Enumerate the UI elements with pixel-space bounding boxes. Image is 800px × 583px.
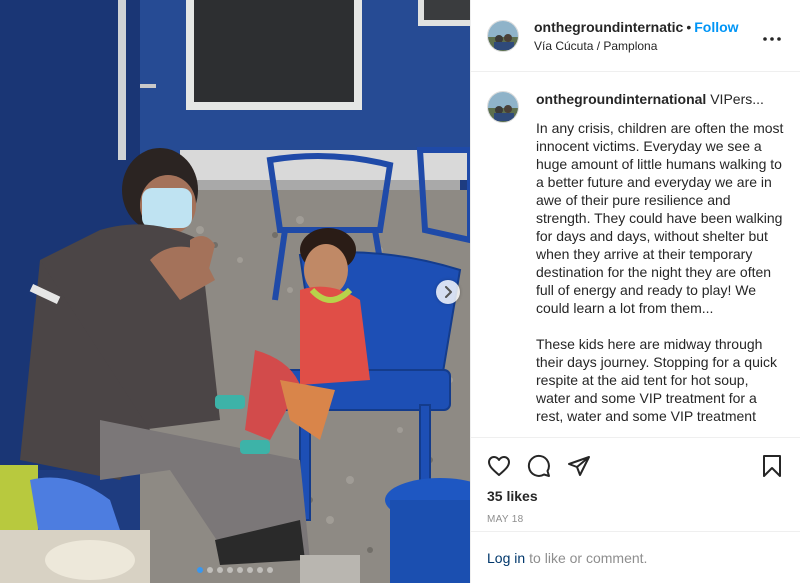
post-media[interactable] [0, 0, 470, 583]
location-link[interactable]: Vía Cúcuta / Pamplona [534, 39, 760, 53]
post-side-panel: onthegroundinternatic • Follow Vía Cúcut… [470, 0, 800, 583]
bookmark-icon[interactable] [760, 454, 784, 478]
post-header: onthegroundinternatic • Follow Vía Cúcut… [471, 0, 800, 72]
avatar[interactable] [487, 19, 519, 52]
caption-title: VIPers... [710, 91, 764, 107]
login-link[interactable]: Log in [487, 550, 525, 566]
header-text: onthegroundinternatic • Follow Vía Cúcut… [534, 19, 760, 53]
carousel-dot [197, 567, 203, 573]
instagram-post: onthegroundinternatic • Follow Vía Cúcut… [0, 0, 800, 583]
post-photo [0, 0, 470, 583]
carousel-dot [257, 567, 263, 573]
more-horizontal-icon [763, 37, 781, 41]
header-username[interactable]: onthegroundinternatic [534, 19, 683, 35]
caption-header: onthegroundinternational VIPers... [536, 91, 784, 107]
carousel-dot [217, 567, 223, 573]
carousel-indicator [0, 567, 470, 573]
carousel-dot [267, 567, 273, 573]
caption-avatar[interactable] [487, 91, 519, 123]
avatar-image [488, 92, 518, 122]
caption-paragraph: In any crisis, children are often the mo… [536, 120, 784, 316]
header-separator: • [686, 18, 692, 35]
chevron-right-icon [445, 286, 452, 298]
share-icon[interactable] [567, 454, 591, 478]
avatar-image [488, 20, 518, 51]
heart-icon[interactable] [487, 454, 511, 478]
follow-button[interactable]: Follow [694, 19, 738, 35]
like-count[interactable]: 35 likes [487, 488, 784, 504]
comment-icon[interactable] [527, 454, 551, 478]
caption-paragraph: These kids here are midway through their… [536, 336, 777, 424]
carousel-dot [227, 567, 233, 573]
carousel-next-button[interactable] [436, 280, 460, 304]
caption-text: In any crisis, children are often the mo… [536, 119, 784, 425]
caption-area: onthegroundinternational VIPers... In an… [471, 73, 800, 437]
login-prompt: Log in to like or comment. [471, 531, 800, 583]
carousel-dot [247, 567, 253, 573]
carousel-dot [207, 567, 213, 573]
carousel-dot [237, 567, 243, 573]
login-prompt-text: to like or comment. [529, 549, 648, 566]
more-options-button[interactable] [760, 25, 784, 46]
caption-username[interactable]: onthegroundinternational [536, 91, 706, 107]
post-date[interactable]: MAY 18 [487, 514, 784, 525]
